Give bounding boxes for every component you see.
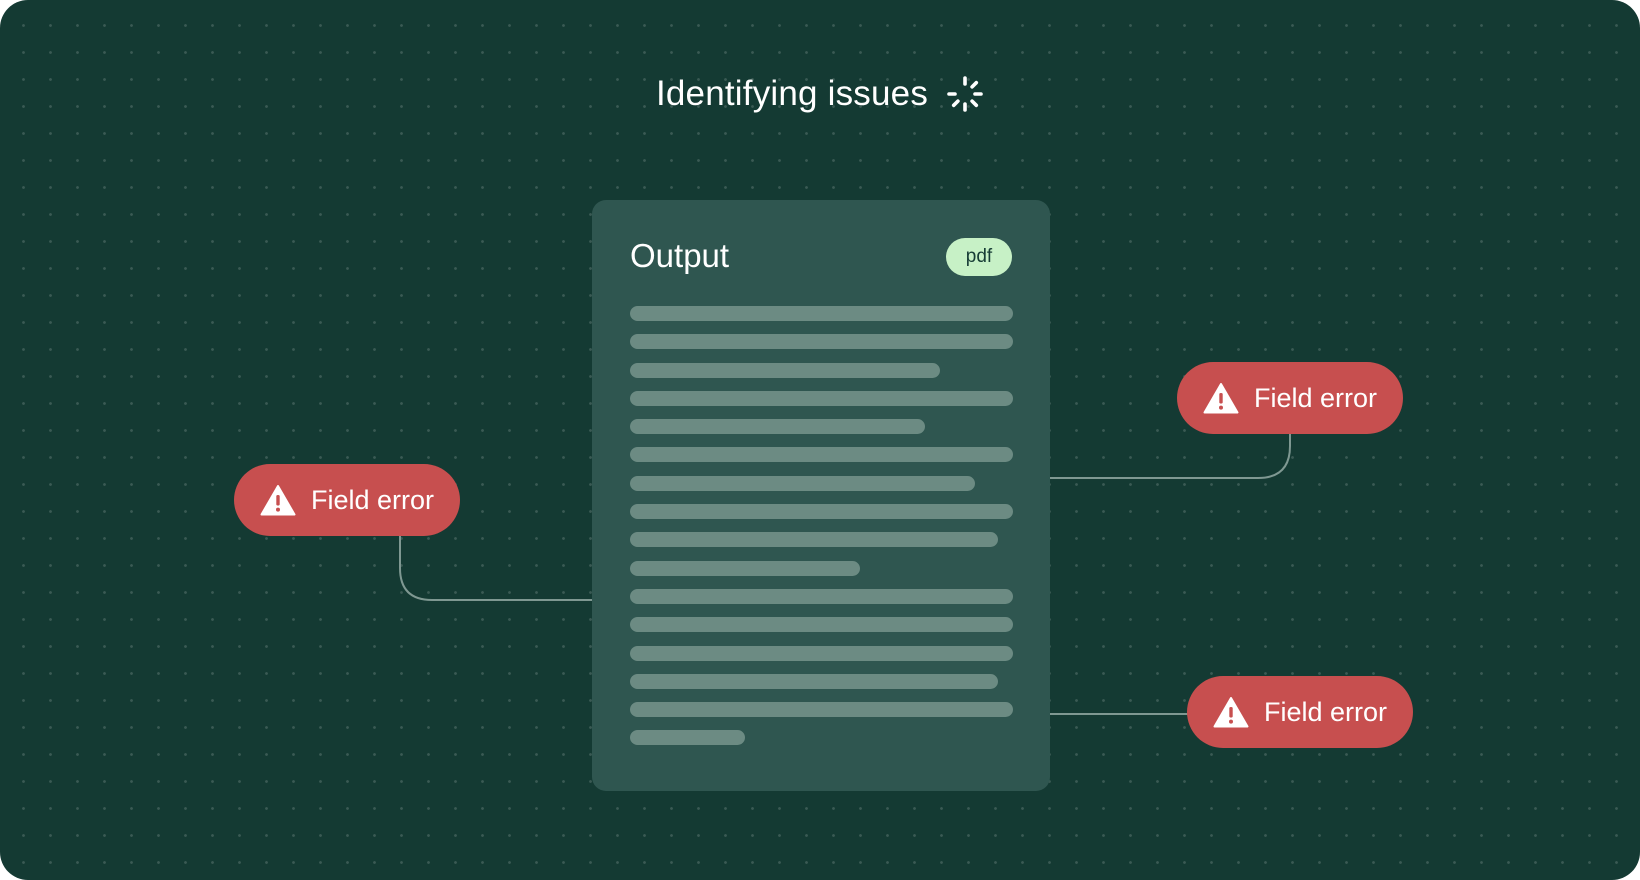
output-document-card: Output pdf xyxy=(592,200,1050,791)
placeholder-text-line xyxy=(630,673,998,689)
field-error-label: Field error xyxy=(311,484,435,515)
placeholder-text-line xyxy=(630,617,1013,633)
placeholder-text-line xyxy=(630,702,1013,718)
placeholder-text-line xyxy=(630,334,1013,350)
placeholder-text-line xyxy=(630,475,975,491)
field-error-badge-right-top[interactable]: Field error xyxy=(1177,362,1403,434)
field-error-label: Field error xyxy=(1264,696,1388,727)
placeholder-text-line xyxy=(630,306,1013,321)
field-error-badge-right-bottom[interactable]: Field error xyxy=(1187,676,1413,748)
field-error-label: Field error xyxy=(1254,382,1378,413)
placeholder-text-line xyxy=(630,645,1013,661)
warning-triangle-icon xyxy=(260,485,296,516)
document-title: Output xyxy=(630,237,730,274)
placeholder-text-line xyxy=(630,504,1013,520)
placeholder-text-line xyxy=(630,447,1013,463)
placeholder-text-line xyxy=(630,588,1013,604)
connector-left xyxy=(399,536,592,601)
placeholder-text-line xyxy=(630,419,925,435)
placeholder-text-line xyxy=(630,532,998,548)
placeholder-text-line xyxy=(630,390,1013,406)
warning-triangle-icon xyxy=(1203,383,1239,414)
placeholder-text-line xyxy=(630,560,860,576)
connector-right-top xyxy=(1050,433,1291,479)
diagram-canvas: Identifying issues Output pdf Field erro… xyxy=(0,0,1640,880)
warning-triangle-icon xyxy=(1213,697,1249,728)
document-text-placeholder xyxy=(630,306,1013,759)
file-type-badge: pdf xyxy=(946,238,1012,276)
field-error-badge-left[interactable]: Field error xyxy=(234,464,460,536)
placeholder-text-line xyxy=(630,362,941,378)
placeholder-text-line xyxy=(630,730,745,746)
